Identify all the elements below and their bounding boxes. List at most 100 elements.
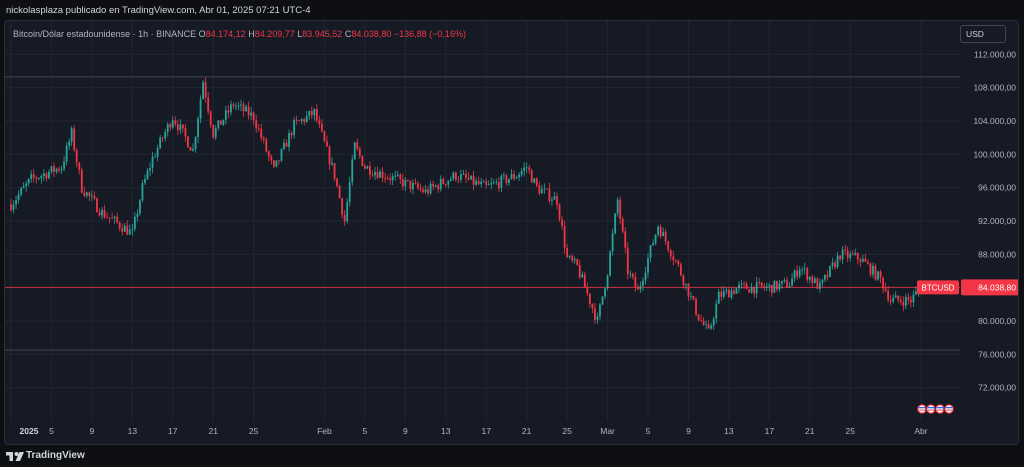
candlestick-chart[interactable]: 112.000,00 108.000,00 104.000,00 100.000,00… bbox=[5, 21, 1019, 445]
time-tick-label: 25 bbox=[845, 426, 855, 436]
candle-body bbox=[315, 109, 318, 121]
candle-body bbox=[667, 241, 670, 251]
candle-body bbox=[877, 271, 879, 280]
candle-body bbox=[101, 209, 103, 216]
candle-body bbox=[740, 283, 743, 285]
candle bbox=[611, 228, 614, 256]
symbol-legend[interactable]: Bitcoin/Dólar estadounidense · 1h · BINA… bbox=[13, 29, 466, 39]
candle-body bbox=[462, 174, 465, 175]
candle-body bbox=[171, 120, 174, 128]
candle bbox=[315, 104, 318, 123]
candle bbox=[770, 284, 773, 297]
candle bbox=[520, 167, 523, 178]
candle-body bbox=[242, 104, 245, 112]
price-axis[interactable]: 112.000,00 108.000,00 104.000,00 100.000,00… bbox=[960, 21, 1019, 445]
candle-body bbox=[581, 274, 584, 278]
chart-panel[interactable]: 112.000,00 108.000,00 104.000,00 100.000,00… bbox=[4, 20, 1019, 445]
candle-body bbox=[717, 291, 720, 304]
candle bbox=[677, 259, 680, 268]
candle bbox=[543, 183, 546, 194]
candle bbox=[404, 177, 407, 192]
candle bbox=[75, 147, 78, 168]
candle-body bbox=[12, 204, 15, 211]
candle-body bbox=[482, 181, 485, 183]
candle bbox=[126, 220, 129, 236]
time-axis[interactable]: 2025 5 9 13 17 21 25 Feb 5 9 13 17 21 25 Mar 5 9 13 17 21 25… bbox=[5, 421, 960, 445]
candle bbox=[290, 131, 293, 140]
tradingview-logo-icon[interactable] bbox=[6, 450, 24, 462]
candle-body bbox=[250, 112, 253, 116]
price-tick-label: 100.000,00 bbox=[973, 149, 1016, 159]
candle-body bbox=[118, 222, 121, 229]
candle bbox=[255, 114, 258, 133]
candle bbox=[250, 106, 253, 121]
price-tick-label: 72.000,00 bbox=[978, 383, 1016, 393]
candle-body bbox=[626, 247, 629, 275]
candle-body bbox=[856, 252, 859, 260]
candle-body bbox=[758, 282, 761, 284]
candle bbox=[108, 217, 111, 224]
candle bbox=[25, 180, 28, 192]
candle-body bbox=[346, 202, 349, 222]
candle-body bbox=[141, 183, 144, 201]
candle bbox=[280, 148, 283, 162]
candle bbox=[515, 175, 518, 179]
candle bbox=[806, 266, 809, 283]
candle-body bbox=[841, 249, 844, 260]
candle-body bbox=[427, 189, 429, 194]
candle-body bbox=[826, 274, 829, 277]
candle-body bbox=[808, 276, 811, 280]
candle bbox=[525, 162, 528, 174]
candle-body bbox=[614, 213, 617, 234]
candle bbox=[242, 101, 245, 117]
symbol-name[interactable]: Bitcoin/Dólar estadounidense · 1h · BINA… bbox=[13, 29, 196, 39]
candle bbox=[773, 279, 776, 293]
candle-body bbox=[685, 283, 687, 286]
currency-button[interactable]: USD bbox=[960, 25, 1006, 43]
candle bbox=[366, 165, 369, 169]
open-value: 84.174,12 bbox=[205, 29, 246, 39]
time-tick-label: 25 bbox=[249, 426, 259, 436]
economic-events[interactable] bbox=[916, 403, 955, 415]
candle-body bbox=[561, 219, 563, 227]
candle-body bbox=[70, 128, 73, 142]
candle-body bbox=[710, 325, 713, 329]
candle bbox=[765, 282, 768, 291]
candle bbox=[872, 262, 874, 279]
candle-body bbox=[861, 258, 864, 262]
candle bbox=[856, 252, 859, 265]
candle-body bbox=[639, 285, 642, 290]
candle bbox=[553, 191, 556, 200]
candle-body bbox=[535, 178, 538, 186]
candle bbox=[457, 176, 460, 184]
candle-body bbox=[189, 147, 192, 151]
candle-body bbox=[17, 194, 20, 201]
candle-body bbox=[510, 173, 513, 180]
candle bbox=[788, 282, 791, 288]
time-tick-label: Mar bbox=[600, 426, 615, 436]
candle-body bbox=[576, 259, 579, 265]
candle bbox=[705, 320, 708, 330]
candle-body bbox=[798, 269, 801, 277]
candle-body bbox=[156, 148, 159, 157]
candle-body bbox=[677, 260, 680, 265]
candle bbox=[293, 116, 296, 139]
time-tick-label: 21 bbox=[208, 426, 218, 436]
candle-body bbox=[369, 166, 371, 175]
candle-body bbox=[621, 218, 624, 232]
event-icon[interactable] bbox=[943, 403, 955, 415]
candle bbox=[37, 177, 40, 181]
candle-body bbox=[45, 173, 48, 179]
candle bbox=[78, 161, 81, 175]
candle-body bbox=[336, 178, 338, 186]
candle-body bbox=[379, 171, 381, 178]
candle bbox=[528, 164, 531, 174]
tradingview-brand[interactable]: TradingView bbox=[26, 450, 85, 461]
candle-body bbox=[323, 131, 326, 142]
candle-body bbox=[902, 301, 905, 306]
candle bbox=[326, 135, 328, 147]
price-tick-label: 108.000,00 bbox=[973, 83, 1016, 93]
candle-body bbox=[500, 175, 503, 189]
candle bbox=[224, 105, 227, 125]
candle bbox=[690, 291, 692, 301]
